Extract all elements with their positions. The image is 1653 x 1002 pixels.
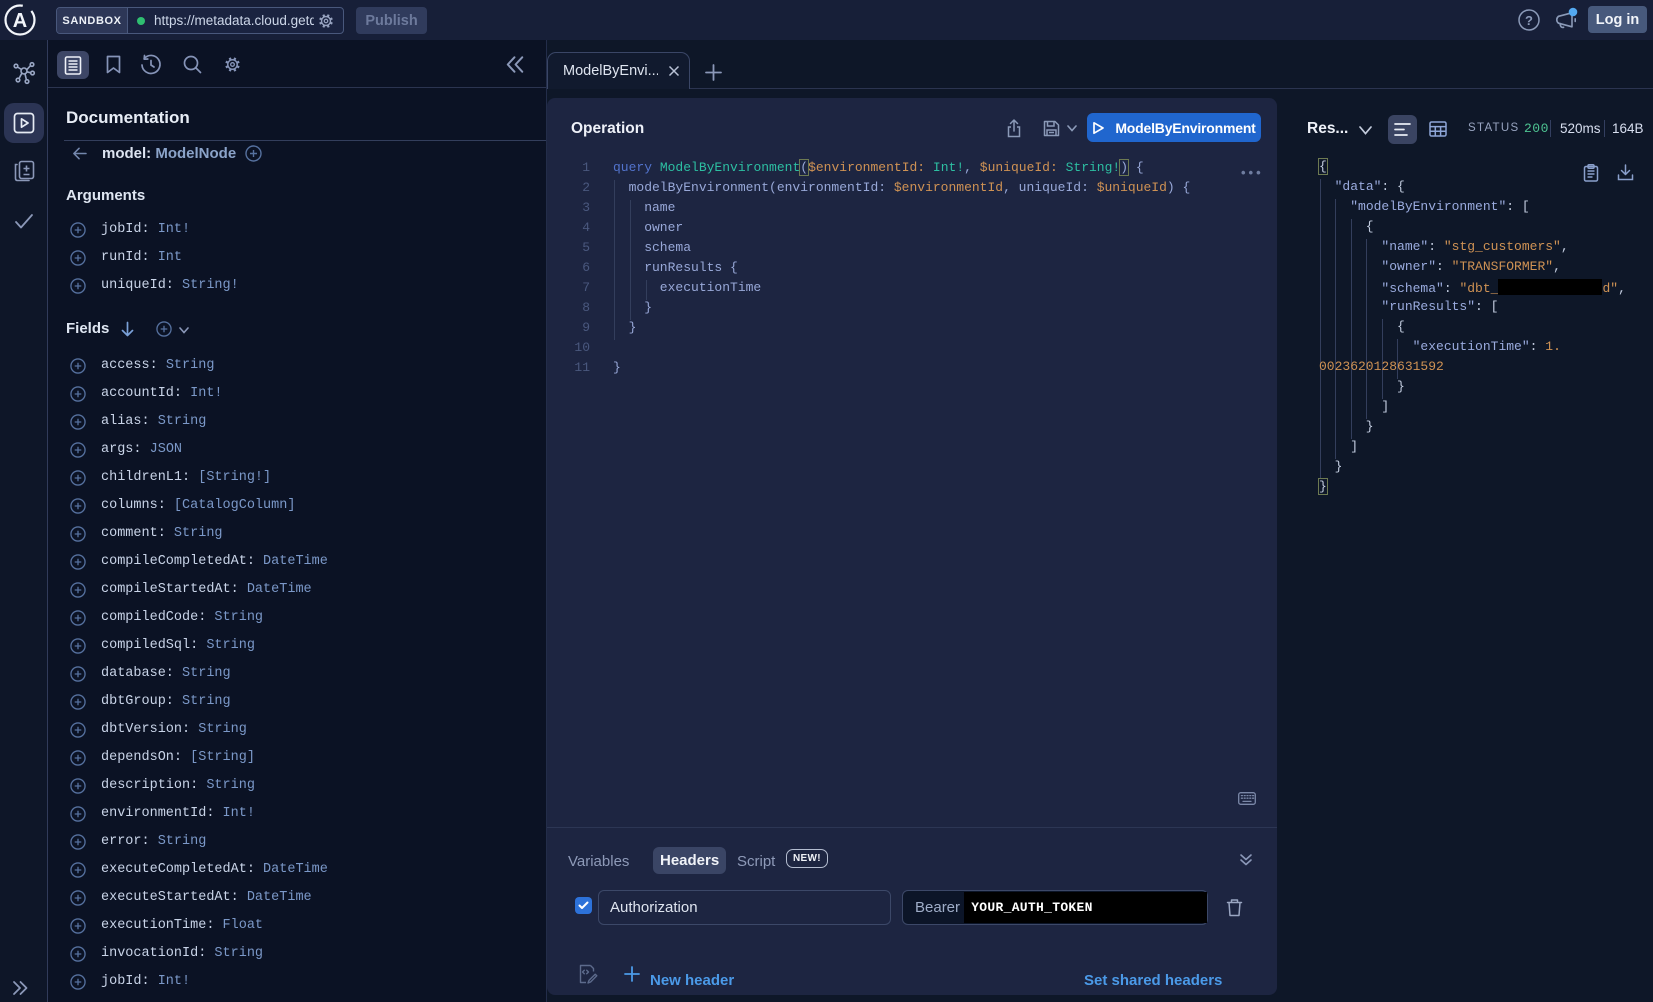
svg-text:?: ?: [1525, 13, 1533, 28]
svg-text:A: A: [13, 10, 27, 32]
